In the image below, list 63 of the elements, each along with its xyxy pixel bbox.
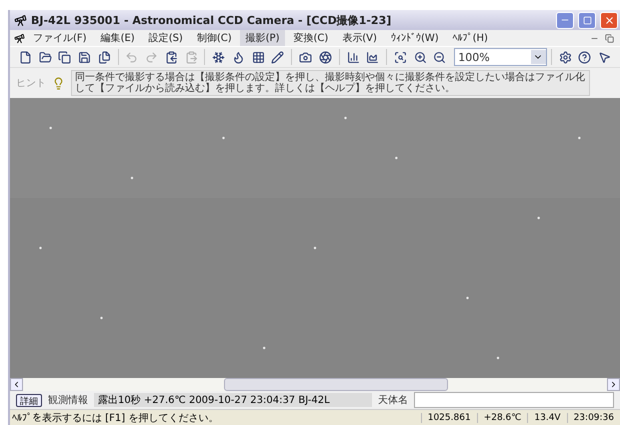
details-button[interactable]: 詳細 [16,394,42,406]
pencil-icon [271,50,284,64]
undo-icon [125,50,138,64]
menu-item[interactable]: 表示(V) [336,30,383,46]
menu-item[interactable]: 撮影(P) [240,30,286,46]
chevron-right-icon [609,380,618,389]
status-help: ﾍﾙﾌﾟを表示するには [F1] を押してください。 [11,412,220,424]
aperture-icon [318,50,332,64]
close-button[interactable] [600,12,618,28]
area-chart-icon [366,50,380,64]
help-icon [578,50,592,64]
dropdown-button[interactable] [530,50,546,64]
hint-label: ヒント [16,77,46,90]
bar-chart-icon [346,50,360,64]
restore-button[interactable] [603,32,616,44]
scroll-thumb[interactable] [224,378,448,391]
redo-icon [145,50,158,64]
snowflake-icon [212,50,226,64]
menu-item[interactable]: ﾍﾙﾌﾟ(H) [446,31,494,45]
close-icon [604,14,614,26]
zoom-combo[interactable]: 100% [454,48,547,66]
hint-text: 同一条件で撮影する場合は【撮影条件の設定】を押し、撮影時刻や個々に撮影条件を設定したい場合はファイル化して【ファイルから読み込む】を押します。詳しくは【ヘルプ】を押してください。 [75,72,586,94]
clipboard-icon [164,50,178,64]
zoom-value: 100% [457,50,491,64]
maximize-button[interactable] [578,12,596,28]
scan-icon [394,50,407,64]
info-value: 露出10秒 +27.6℃ 2009-10-27 23:04:37 BJ-42L [94,393,372,407]
menu-item[interactable]: 変換(C) [287,30,334,46]
lightbulb-icon [52,76,65,90]
status-cell: 23:09:36 [566,412,620,422]
status-cell: +28.6℃ [476,412,528,422]
menu-item[interactable]: ｳｨﾝﾄﾞｳ(W) [384,31,445,45]
grid-icon [252,50,265,64]
folder-icon [38,50,52,64]
app-icon [14,14,27,26]
menu-item[interactable]: 編集(E) [94,30,141,46]
restore-icon [605,34,614,42]
object-label: 天体名 [378,394,408,407]
save-icon [78,50,92,64]
menu-item[interactable]: 設定(S) [142,30,189,46]
maximize-icon [582,16,592,24]
pointer-icon [598,50,612,64]
menu-item[interactable]: ファイル(F) [27,30,93,46]
gear-icon [558,50,572,64]
copy-icon [58,50,72,64]
object-field[interactable] [414,392,614,408]
scroll-left-button[interactable] [10,378,23,391]
status-cell: 1025.861 [420,412,477,422]
window-title: BJ-42L 935001 - Astronomical CCD Camera - [CCD撮像1-23] [31,12,392,28]
paste-icon [184,50,198,64]
zoom-in-icon [414,50,427,64]
scroll-right-button[interactable] [607,378,620,391]
chevron-left-icon [12,380,21,389]
files-icon [98,50,111,64]
flame-icon [232,50,246,64]
menu-item[interactable]: 制御(C) [190,30,238,46]
camera-icon [299,50,312,64]
info-label: 観測情報 [48,394,88,407]
status-cell: 13.4V [527,412,567,422]
new-file-icon [18,50,32,64]
document-icon[interactable] [14,32,25,44]
minimize-button[interactable] [556,12,574,28]
zoom-out-icon [433,50,446,64]
